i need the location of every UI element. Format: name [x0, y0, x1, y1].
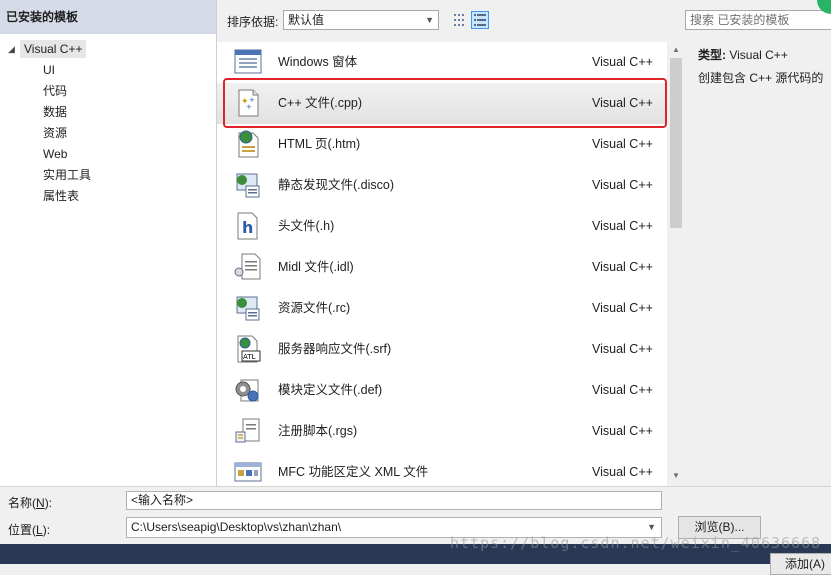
scroll-up-arrow-icon[interactable]: ▲ [667, 42, 685, 58]
def-file-icon [235, 379, 259, 402]
sort-dropdown-value: 默认值 [288, 13, 325, 27]
template-list-scrollbar[interactable]: ▲ ▼ [667, 42, 685, 486]
list-view-icon [474, 14, 486, 26]
watermark: https://blog.csdn.net/weixin_40636668 [450, 534, 822, 552]
chevron-down-icon: ▼ [425, 15, 434, 25]
tree-item-code[interactable]: 代码 [43, 82, 67, 100]
template-language: Visual C++ [592, 342, 653, 356]
template-name: 服务器响应文件(.srf) [278, 342, 392, 356]
template-language: Visual C++ [592, 55, 653, 69]
template-language: Visual C++ [592, 301, 653, 315]
template-row-header-file[interactable]: h 头文件(.h) Visual C++ [217, 206, 667, 247]
header-file-icon: h [237, 212, 258, 240]
small-icons-icon [454, 14, 464, 26]
template-language: Visual C++ [592, 383, 653, 397]
template-language: Visual C++ [592, 260, 653, 274]
template-name: MFC 功能区定义 XML 文件 [278, 465, 429, 479]
template-description: 创建包含 C++ 源代码的 [698, 71, 824, 85]
windows-form-icon [234, 49, 262, 74]
template-name: Midl 文件(.idl) [278, 260, 354, 274]
disco-file-icon [236, 173, 260, 198]
toolbar: 排序依据: 默认值 ▼ 搜索 已安装的模板 [217, 0, 831, 43]
html-page-icon [238, 130, 259, 158]
template-row-rgs-file[interactable]: 注册脚本(.rgs) Visual C++ [217, 411, 667, 452]
tree-item-property-sheet[interactable]: 属性表 [43, 187, 79, 205]
add-button[interactable]: 添加(A) [770, 553, 831, 575]
scrollbar-thumb[interactable] [670, 58, 682, 228]
template-name: Windows 窗体 [278, 55, 358, 69]
tree-item-visual-cpp[interactable]: ◢ Visual C++ [8, 40, 87, 58]
sort-label: 排序依据: [227, 15, 279, 29]
template-row-srf-file[interactable]: ATL 服务器响应文件(.srf) Visual C++ [217, 329, 667, 370]
template-category-panel: 已安装的模板 ◢ Visual C++ UI 代码 数据 资源 Web 实用工具… [0, 0, 217, 486]
template-row-windows-form[interactable]: Windows 窗体 Visual C++ [217, 42, 667, 83]
tree-item-web[interactable]: Web [43, 145, 67, 163]
name-label: 名称(N): [8, 496, 53, 510]
tree-item-label: Visual C++ [20, 40, 87, 58]
template-language: Visual C++ [592, 137, 653, 151]
template-row-midl-file[interactable]: Midl 文件(.idl) Visual C++ [217, 247, 667, 288]
template-row-disco-file[interactable]: 静态发现文件(.disco) Visual C++ [217, 165, 667, 206]
midl-file-icon [234, 253, 261, 280]
srf-file-icon: ATL [237, 335, 261, 363]
template-name: 模块定义文件(.def) [278, 383, 383, 397]
installed-templates-header: 已安装的模板 [0, 0, 216, 34]
location-value: C:\Users\seapig\Desktop\vs\zhan\zhan\ [131, 520, 342, 534]
name-field[interactable]: <输入名称> [126, 491, 662, 510]
template-language: Visual C++ [592, 424, 653, 438]
tree-item-utility[interactable]: 实用工具 [43, 166, 91, 184]
template-type: 类型: Visual C++ [698, 46, 788, 63]
template-name: 注册脚本(.rgs) [278, 424, 358, 438]
ribbon-xml-icon [234, 462, 262, 482]
template-name: 资源文件(.rc) [278, 301, 351, 315]
template-language: Visual C++ [592, 219, 653, 233]
tree-item-ui[interactable]: UI [43, 61, 55, 79]
search-input[interactable]: 搜索 已安装的模板 [685, 10, 831, 30]
template-row-html-page[interactable]: HTML 页(.htm) Visual C++ [217, 124, 667, 165]
resource-file-icon [236, 296, 260, 321]
svg-text:h: h [242, 218, 253, 237]
small-icons-view-button[interactable] [450, 11, 470, 31]
location-label: 位置(L): [8, 523, 51, 537]
sort-dropdown[interactable]: 默认值 ▼ [283, 10, 439, 30]
list-view-button[interactable] [471, 11, 489, 29]
template-name: 头文件(.h) [278, 219, 335, 233]
template-info-panel: 类型: Visual C++ 创建包含 C++ 源代码的 [686, 42, 831, 486]
type-label: 类型: [698, 48, 726, 62]
type-value: Visual C++ [729, 48, 788, 62]
template-name: HTML 页(.htm) [278, 137, 361, 151]
template-row-resource-file[interactable]: 资源文件(.rc) Visual C++ [217, 288, 667, 329]
template-language: Visual C++ [592, 178, 653, 192]
template-row-ribbon-xml[interactable]: MFC 功能区定义 XML 文件 Visual C++ [217, 452, 667, 486]
template-language: Visual C++ [592, 465, 653, 479]
selection-highlight-box [223, 78, 667, 128]
expand-arrow-icon[interactable]: ◢ [8, 40, 20, 58]
tree-item-resource[interactable]: 资源 [43, 124, 67, 142]
template-name: 静态发现文件(.disco) [278, 178, 394, 192]
scroll-down-arrow-icon[interactable]: ▼ [667, 468, 685, 484]
tree-item-data[interactable]: 数据 [43, 103, 67, 121]
svg-text:ATL: ATL [243, 353, 256, 361]
template-row-def-file[interactable]: 模块定义文件(.def) Visual C++ [217, 370, 667, 411]
rgs-file-icon [235, 418, 260, 443]
